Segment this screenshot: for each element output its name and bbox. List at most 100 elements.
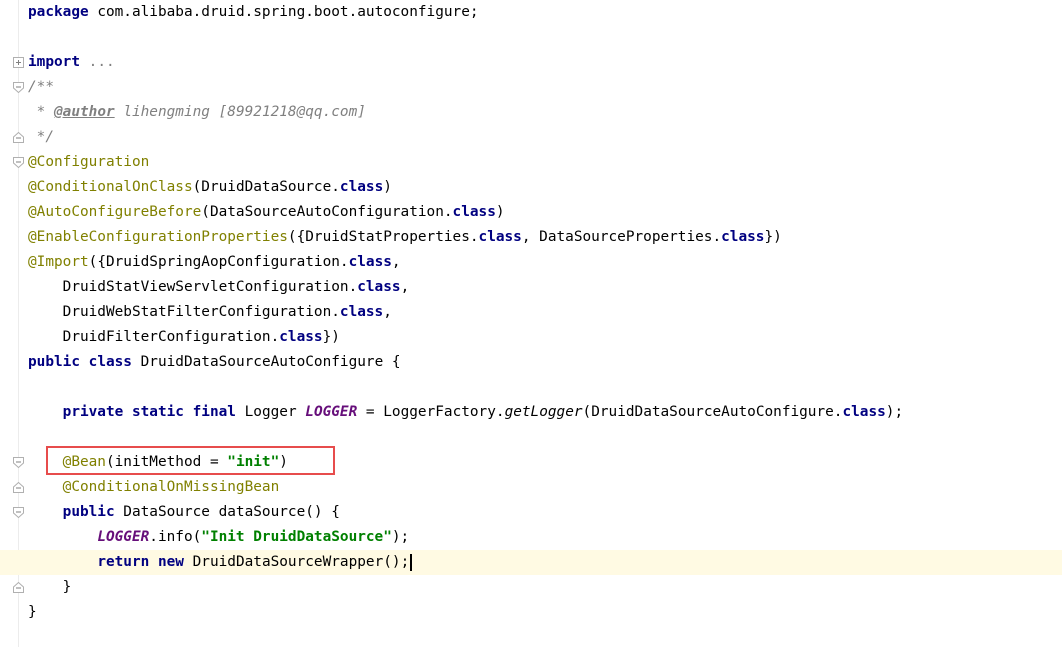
code-line[interactable]: DruidStatViewServletConfiguration.class, [0, 275, 1062, 300]
fold-end-icon[interactable] [13, 132, 24, 143]
code-token: LOGGER [97, 529, 150, 545]
fold-collapse-icon[interactable] [13, 457, 24, 468]
code-line[interactable]: DruidFilterConfiguration.class}) [0, 325, 1062, 350]
code-token: @Import [28, 254, 89, 270]
code-token: package [28, 4, 89, 20]
code-line[interactable]: public class DruidDataSourceAutoConfigur… [0, 350, 1062, 375]
code-token: @AutoConfigureBefore [28, 204, 202, 220]
code-token: DruidFilterConfiguration. [28, 329, 280, 345]
code-token: ({DruidSpringAopConfiguration. [88, 254, 349, 270]
code-token: LOGGER [305, 404, 358, 420]
code-token: final [192, 404, 236, 420]
code-token: @ConditionalOnMissingBean [62, 479, 280, 495]
code-line[interactable]: /** [0, 75, 1062, 100]
code-token: lihengming [89921218@qq.com] [114, 104, 366, 120]
fold-end-icon[interactable] [13, 582, 24, 593]
code-token: @author [54, 104, 115, 120]
code-line[interactable]: @EnableConfigurationProperties({DruidSta… [0, 225, 1062, 250]
code-line[interactable] [0, 25, 1062, 50]
code-token: class [339, 179, 384, 195]
code-token: (DruidDataSource. [192, 179, 340, 195]
code-line[interactable]: LOGGER.info("Init DruidDataSource"); [0, 525, 1062, 550]
code-token: DruidDataSourceAutoConfigure { [131, 354, 401, 370]
code-token: ); [885, 404, 904, 420]
code-line[interactable]: package com.alibaba.druid.spring.boot.au… [0, 0, 1062, 25]
code-token: , [400, 279, 410, 295]
code-token: = LoggerFactory. [357, 404, 505, 420]
code-token: class [721, 229, 765, 245]
text-caret [410, 553, 412, 571]
code-line[interactable]: @AutoConfigureBefore(DataSourceAutoConfi… [0, 200, 1062, 225]
code-line[interactable]: @Import({DruidSpringAopConfiguration.cla… [0, 250, 1062, 275]
code-text: public class DruidDataSourceAutoConfigur… [28, 350, 401, 375]
code-token: class [88, 354, 132, 370]
code-line[interactable]: return new DruidDataSourceWrapper(); [0, 550, 1062, 575]
code-text: package com.alibaba.druid.spring.boot.au… [28, 0, 479, 25]
fold-collapse-icon[interactable] [13, 82, 24, 93]
fold-collapse-icon[interactable] [13, 507, 24, 518]
code-text: @Import({DruidSpringAopConfiguration.cla… [28, 250, 401, 275]
fold-end-icon[interactable] [13, 482, 24, 493]
code-token: }) [764, 229, 782, 245]
code-line[interactable]: private static final Logger LOGGER = Log… [0, 400, 1062, 425]
code-token: , [391, 254, 401, 270]
code-text: */ [28, 125, 54, 150]
code-token: @Configuration [28, 154, 150, 170]
code-line[interactable]: */ [0, 125, 1062, 150]
code-line[interactable]: import ... [0, 50, 1062, 75]
code-token: (DruidDataSourceAutoConfigure. [582, 404, 843, 420]
code-token: , DataSourceProperties. [521, 229, 722, 245]
code-line[interactable]: public DataSource dataSource() { [0, 500, 1062, 525]
code-text: } [28, 600, 37, 625]
code-token: DruidStatViewServletConfiguration. [28, 279, 358, 295]
code-token: * [28, 104, 54, 120]
code-token: } [28, 604, 37, 620]
code-line[interactable]: * @author lihengming [89921218@qq.com] [0, 100, 1062, 125]
code-token: DruidDataSourceWrapper(); [183, 554, 410, 570]
code-text: @ConditionalOnClass(DruidDataSource.clas… [28, 175, 392, 200]
code-line[interactable] [0, 375, 1062, 400]
annotation-highlight-box [46, 446, 335, 475]
code-line[interactable]: @ConditionalOnMissingBean [0, 475, 1062, 500]
code-token: return [97, 554, 150, 570]
code-token: com.alibaba.druid.spring.boot.autoconfig… [88, 4, 479, 20]
code-token: (DataSourceAutoConfiguration. [201, 204, 453, 220]
code-text: DruidStatViewServletConfiguration.class, [28, 275, 410, 300]
code-line[interactable]: @Configuration [0, 150, 1062, 175]
code-text: @ConditionalOnMissingBean [28, 475, 280, 500]
code-text: } [28, 575, 72, 600]
code-token: @ConditionalOnClass [28, 179, 193, 195]
code-token: getLogger [504, 404, 583, 420]
code-line[interactable]: @ConditionalOnClass(DruidDataSource.clas… [0, 175, 1062, 200]
fold-collapse-icon[interactable] [13, 157, 24, 168]
code-token: }) [322, 329, 340, 345]
code-text: LOGGER.info("Init DruidDataSource"); [28, 525, 409, 550]
code-token: ); [391, 529, 410, 545]
code-text: * @author lihengming [89921218@qq.com] [28, 100, 366, 125]
fold-expand-icon[interactable] [13, 57, 24, 68]
code-line[interactable]: } [0, 575, 1062, 600]
code-text: @AutoConfigureBefore(DataSourceAutoConfi… [28, 200, 505, 225]
code-token: class [452, 204, 496, 220]
code-text: return new DruidDataSourceWrapper(); [28, 550, 412, 575]
code-line[interactable]: } [0, 600, 1062, 625]
code-text: import ... [28, 50, 115, 75]
code-token: , [383, 304, 392, 320]
code-token: @EnableConfigurationProperties [28, 229, 288, 245]
code-text: private static final Logger LOGGER = Log… [28, 400, 903, 425]
code-text: public DataSource dataSource() { [28, 500, 340, 525]
code-token: class [357, 279, 401, 295]
code-token: /** [28, 79, 54, 95]
code-text: /** [28, 75, 54, 100]
code-line[interactable]: DruidWebStatFilterConfiguration.class, [0, 300, 1062, 325]
code-token: */ [28, 129, 54, 145]
code-editor[interactable]: package com.alibaba.druid.spring.boot.au… [0, 0, 1062, 647]
code-token: .info( [149, 529, 202, 545]
